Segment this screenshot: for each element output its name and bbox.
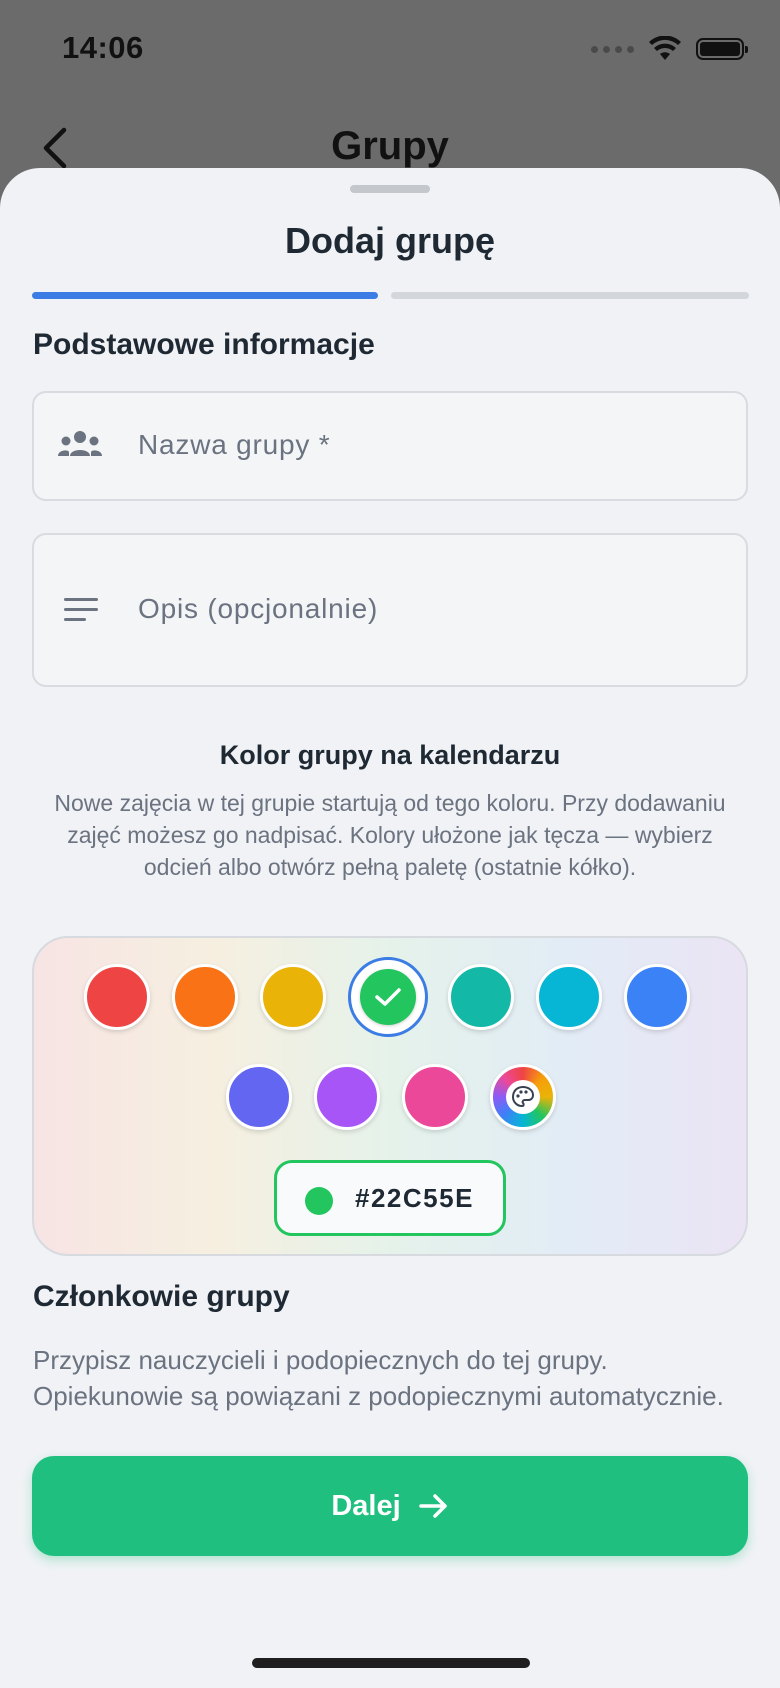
background-page-title: Grupy [331, 124, 449, 168]
sheet-title: Dodaj grupę [284, 220, 495, 261]
add-group-sheet: Dodaj grupę Podstawowe informacje Nazwa … [0, 168, 780, 1688]
palette-icon [511, 1085, 535, 1108]
members-heading: Członkowie grupy [33, 1280, 290, 1313]
next-button-label: Dalej [331, 1489, 401, 1522]
members-description: Przypisz nauczycieli i podopiecznych do … [33, 1345, 724, 1411]
color-swatch-selected[interactable] [348, 957, 428, 1037]
status-time: 14:06 [62, 30, 144, 65]
color-swatch[interactable] [172, 964, 238, 1030]
wifi-icon [649, 36, 681, 60]
color-palette: #22C55E [32, 936, 748, 1256]
home-indicator [252, 1658, 530, 1668]
notes-lines-icon [64, 598, 98, 621]
color-swatch[interactable] [402, 1064, 468, 1130]
color-swatch[interactable] [226, 1064, 292, 1130]
status-icons [591, 36, 748, 62]
group-people-icon [58, 431, 102, 456]
sheet-grabber[interactable] [350, 185, 430, 193]
next-button[interactable]: Dalej [32, 1456, 748, 1556]
color-swatch[interactable] [260, 964, 326, 1030]
color-swatch[interactable] [314, 1064, 380, 1130]
color-swatch[interactable] [84, 964, 150, 1030]
color-swatch[interactable] [624, 964, 690, 1030]
hex-color-field[interactable]: #22C55E [274, 1160, 506, 1236]
progress-step-2 [391, 292, 749, 299]
group-description-placeholder: Opis (opcjonalnie) [138, 593, 379, 624]
arrow-right-icon [418, 1494, 447, 1518]
progress-step-1 [32, 292, 378, 299]
full-palette-button[interactable] [490, 1064, 556, 1130]
group-name-placeholder: Nazwa grupy * [138, 429, 331, 460]
color-swatch[interactable] [536, 964, 602, 1030]
hex-color-value: #22C55E [355, 1183, 474, 1213]
color-section-description: Nowe zajęcia w tej grupie startują od te… [54, 790, 726, 880]
color-section-title: Kolor grupy na kalendarzu [219, 740, 561, 770]
hex-color-preview [305, 1187, 333, 1215]
basic-info-heading: Podstawowe informacje [33, 328, 375, 361]
cellular-signal-icon [591, 45, 634, 53]
check-icon [375, 988, 401, 1006]
color-swatch[interactable] [448, 964, 514, 1030]
group-name-input[interactable]: Nazwa grupy * [32, 391, 748, 501]
battery-icon [696, 38, 748, 60]
group-description-input[interactable]: Opis (opcjonalnie) [32, 533, 748, 687]
selected-swatch-fill [360, 969, 416, 1025]
